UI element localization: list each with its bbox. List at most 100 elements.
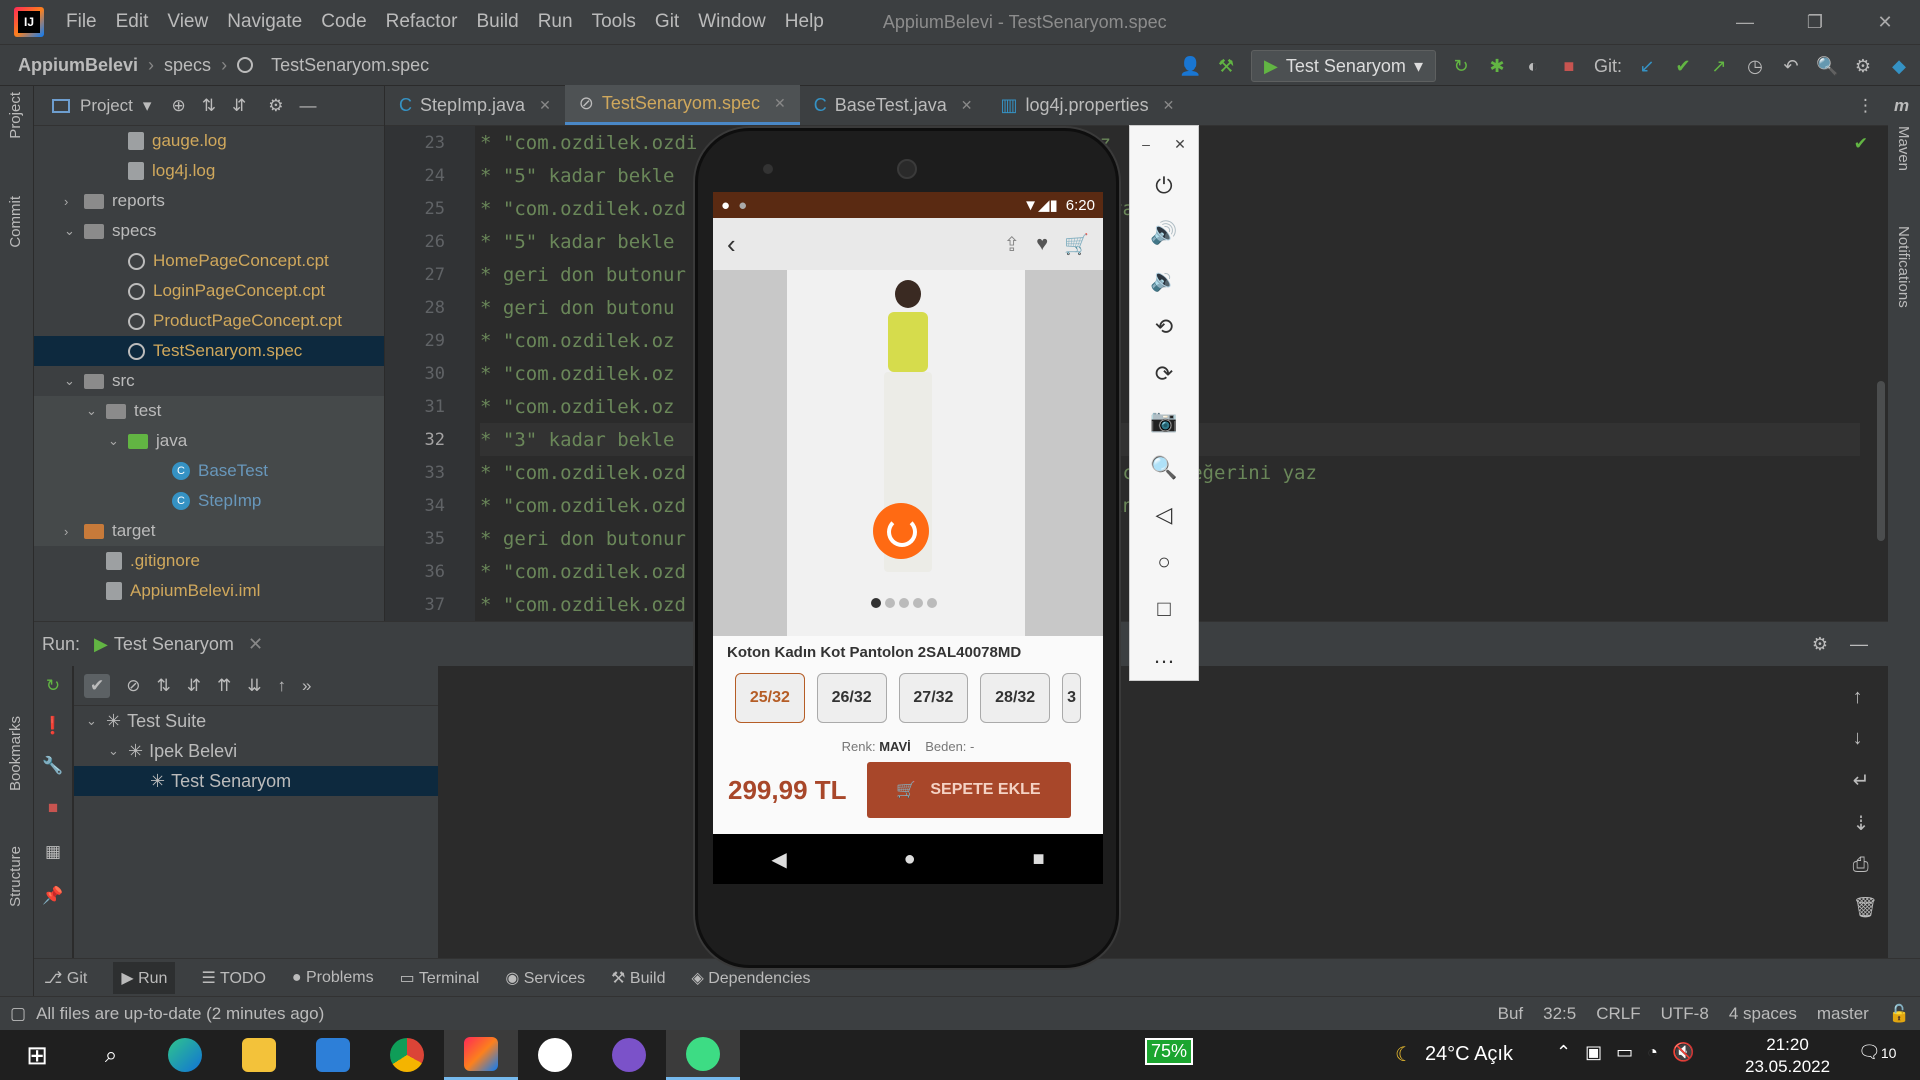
expand-all-icon[interactable]: ⇅ [202,96,216,116]
edge-icon[interactable] [148,1030,222,1080]
share-icon[interactable]: ⇪ [1003,232,1020,257]
weather-text[interactable]: 24°C Açık [1425,1043,1513,1066]
history-icon[interactable]: ◷ [1744,55,1766,77]
add-to-cart-button[interactable]: 🛒 SEPETE EKLE [866,762,1071,818]
chevron-icon[interactable]: ⌄ [64,223,84,239]
tree-item[interactable]: .gitignore [34,546,384,576]
tool-tab-git[interactable]: ⎇ Git [44,968,87,988]
git-update-icon[interactable]: ↙ [1636,55,1658,77]
minimize-icon[interactable]: — [1710,12,1780,33]
heart-icon[interactable]: ♥ [1036,233,1048,256]
tree-item[interactable]: LoginPageConcept.cpt [34,276,384,306]
print-icon[interactable]: ⎙ [1853,854,1878,877]
stop-icon[interactable]: ■ [34,786,72,830]
more-icon[interactable]: … [1130,632,1198,679]
soft-wrap-icon[interactable]: ↵ [1853,768,1878,793]
file-explorer-icon[interactable] [222,1030,296,1080]
menu-window[interactable]: Window [698,11,766,33]
rotate-left-icon[interactable]: ⟲ [1130,303,1198,350]
tool-tab-dependencies[interactable]: ◈ Dependencies [691,968,810,988]
menu-help[interactable]: Help [785,11,824,33]
git-push-icon[interactable]: ↗ [1708,55,1730,77]
volume-up-icon[interactable]: 🔊 [1130,209,1198,256]
show-ignored-icon[interactable]: ⊘ [126,676,140,696]
console-output[interactable]: ↑ ↓ ↵ ⇣ ⎙ 🗑 [438,666,1878,959]
collapse-all-icon[interactable]: ⇵ [232,96,246,116]
tool-tab-run[interactable]: ▶ Run [113,961,176,994]
volume-mute-icon[interactable]: 🔇 [1672,1042,1694,1063]
editor-tab[interactable]: C BaseTest.java ✕ [800,85,987,125]
chevron-icon[interactable]: › [64,524,84,539]
nav-back-icon[interactable]: ◀ [771,847,786,872]
close-tab-icon[interactable]: ✕ [774,95,786,112]
menu-git[interactable]: Git [655,11,679,33]
appium-icon[interactable] [518,1030,592,1080]
tree-item[interactable]: ⌄ specs [34,216,384,246]
git-branch[interactable]: master [1817,1004,1869,1024]
indent-setting[interactable]: 4 spaces [1729,1004,1797,1024]
user-icon[interactable]: 👤 [1179,55,1201,77]
chevron-icon[interactable]: ⌄ [86,403,106,419]
sort-alpha-icon[interactable]: ⇅ [157,676,171,696]
home-icon[interactable]: ○ [1130,538,1198,585]
down-arrow-icon[interactable]: ↓ [1853,727,1878,750]
menu-code[interactable]: Code [321,11,366,33]
tree-item[interactable]: TestSenaryom.spec [34,336,384,366]
intellij-taskbar-icon[interactable] [444,1030,518,1080]
rerun-icon[interactable]: ↻ [1450,55,1472,77]
scroll-end-icon[interactable]: ⇣ [1853,811,1878,836]
project-tool-button[interactable]: Project [7,92,24,139]
line-separator[interactable]: CRLF [1596,1004,1640,1024]
chevron-icon[interactable]: ⌄ [86,713,106,729]
overview-icon[interactable]: □ [1130,585,1198,632]
restore-icon[interactable]: ❐ [1780,12,1850,33]
plugin-icon[interactable]: ◆ [1888,55,1910,77]
project-pane-title[interactable]: Project [80,96,133,116]
notifications-tool-button[interactable]: Notifications [1895,226,1912,308]
hammer-build-icon[interactable]: ⚒ [1215,55,1237,77]
locate-icon[interactable]: ⊕ [171,96,185,116]
editor-tab[interactable]: ⊘ TestSenaryom.spec ✕ [564,85,800,125]
tool-tab-problems[interactable]: ● Problems [292,969,374,987]
size-option[interactable]: 3 [1062,673,1081,723]
clock-date[interactable]: 23.05.2022 [1745,1056,1830,1078]
buf-indicator[interactable]: Buf [1498,1004,1524,1024]
gear-icon[interactable]: ⚙ [1852,55,1874,77]
tree-item[interactable]: ⌄ java [34,426,384,456]
tree-item[interactable]: › target [34,516,384,546]
breadcrumb-project[interactable]: AppiumBelevi [18,55,138,76]
editor-tab[interactable]: ▥ log4j.properties ✕ [987,85,1189,125]
breadcrumb-specs[interactable]: specs [164,55,211,76]
tree-item[interactable]: HomePageConcept.cpt [34,246,384,276]
windows-start-icon[interactable]: ⊞ [0,1030,74,1080]
rerun-failed-icon[interactable]: ❗ [34,706,72,746]
mail-icon[interactable] [296,1030,370,1080]
close-icon[interactable]: ✕ [1850,12,1920,33]
sort-duration-icon[interactable]: ⇵ [187,676,201,696]
stop-icon[interactable]: ■ [1558,55,1580,77]
test-tree-item[interactable]: ⌄ ✳ Ipek Belevi [74,736,438,766]
more-icon[interactable]: » [302,676,311,696]
tree-item[interactable]: C StepImp [34,486,384,516]
nav-home-icon[interactable]: ● [904,848,916,871]
tool-tab-terminal[interactable]: ▭ Terminal [400,968,480,988]
menu-refactor[interactable]: Refactor [386,11,458,33]
chevron-down-icon[interactable]: ▾ [143,96,152,116]
close-tab-icon[interactable]: ✕ [248,634,263,655]
commit-tool-button[interactable]: Commit [7,196,24,248]
tree-item[interactable]: C BaseTest [34,456,384,486]
tree-item[interactable]: ⌄ src [34,366,384,396]
tray-battery-icon[interactable]: ▭ [1616,1042,1633,1063]
file-encoding[interactable]: UTF-8 [1661,1004,1709,1024]
prev-icon[interactable]: ↑ [278,676,287,696]
size-option[interactable]: 28/32 [980,673,1051,723]
screenshot-icon[interactable]: 📷 [1130,397,1198,444]
coverage-icon[interactable]: ◐ [1522,55,1544,77]
chrome-icon[interactable] [370,1030,444,1080]
size-option[interactable]: 26/32 [816,673,887,723]
menu-tools[interactable]: Tools [592,11,636,33]
clock-time[interactable]: 21:20 [1745,1034,1830,1056]
emulator-taskbar-icon[interactable] [666,1030,740,1080]
hide-icon[interactable]: — [1850,634,1868,655]
menu-run[interactable]: Run [538,11,573,33]
